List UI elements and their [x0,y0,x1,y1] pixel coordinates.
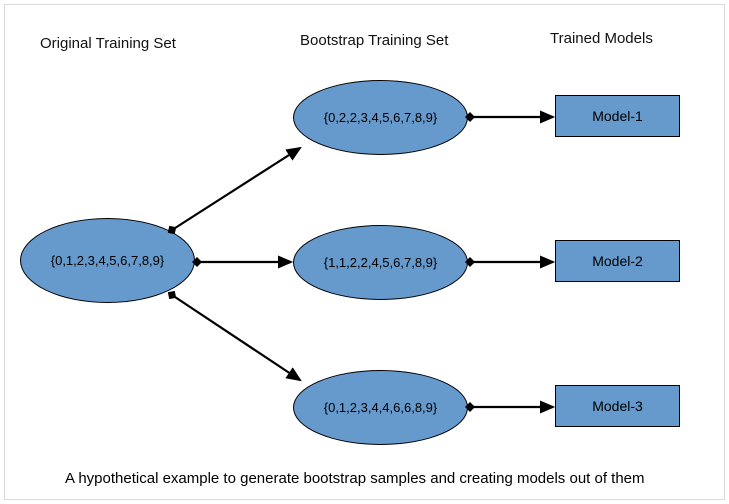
model-box-3: Model-3 [555,385,680,427]
diagram-caption: A hypothetical example to generate boots… [65,470,645,487]
original-set-node: {0,1,2,3,4,5,6,7,8,9} [20,218,195,303]
heading-original: Original Training Set [40,35,176,52]
original-set-label: {0,1,2,3,4,5,6,7,8,9} [51,253,165,268]
model-label-1: Model-1 [592,108,643,124]
bootstrap-node-2: {1,1,2,2,4,5,6,7,8,9} [293,225,468,300]
bootstrap-label-3: {0,1,2,3,4,4,6,6,8,9} [324,400,438,415]
model-box-2: Model-2 [555,240,680,282]
model-label-3: Model-3 [592,398,643,414]
model-label-2: Model-2 [592,253,643,269]
bootstrap-node-1: {0,2,2,3,4,5,6,7,8,9} [293,80,468,155]
model-box-1: Model-1 [555,95,680,137]
heading-bootstrap: Bootstrap Training Set [300,32,448,49]
bootstrap-label-1: {0,2,2,3,4,5,6,7,8,9} [324,110,438,125]
bootstrap-label-2: {1,1,2,2,4,5,6,7,8,9} [324,255,438,270]
heading-trained: Trained Models [550,30,653,47]
bootstrap-node-3: {0,1,2,3,4,4,6,6,8,9} [293,370,468,445]
